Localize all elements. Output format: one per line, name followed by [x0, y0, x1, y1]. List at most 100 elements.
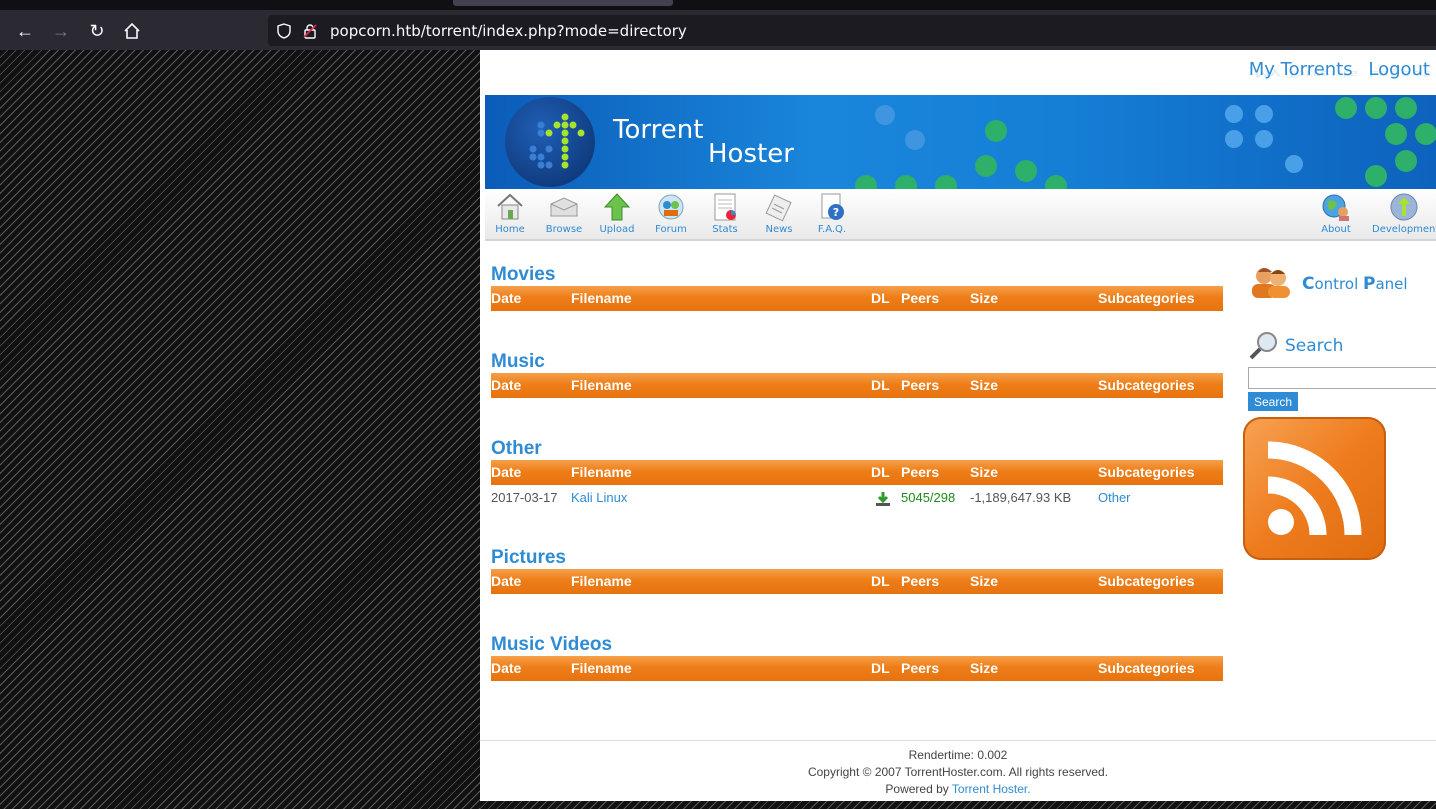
row-date: 2017-03-17: [491, 490, 558, 505]
banner-title-line1: Torrent: [613, 115, 704, 145]
menu-development[interactable]: Development: [1372, 192, 1436, 235]
menu-faq[interactable]: ? F.A.Q.: [804, 192, 860, 235]
browse-box-icon: [550, 197, 578, 217]
col-peers[interactable]: Peers: [901, 569, 939, 594]
home-icon[interactable]: [121, 20, 143, 42]
col-date[interactable]: Date: [491, 286, 521, 311]
category-other: Other Date Filename DL Peers Size Subcat…: [491, 437, 1223, 510]
category-pictures: Pictures Date Filename DL Peers Size Sub…: [491, 546, 1223, 594]
col-filename[interactable]: Filename: [571, 286, 632, 311]
news-icon: [765, 194, 792, 222]
url-bar[interactable]: popcorn.htb/torrent/index.php?mode=direc…: [268, 15, 1436, 46]
col-size[interactable]: Size: [970, 373, 998, 398]
col-dl: DL: [871, 464, 890, 480]
col-peers[interactable]: Peers: [901, 656, 939, 681]
menu-upload[interactable]: Upload: [589, 192, 645, 235]
tab-strip: [0, 0, 1436, 10]
devtools-blank-pane: [0, 50, 480, 809]
forum-icon: [658, 194, 684, 220]
menu-browse[interactable]: Browse: [536, 192, 592, 235]
control-panel-label: Control Panel: [1302, 274, 1408, 294]
faq-icon: ?: [821, 193, 844, 220]
powered-by: Powered by Torrent Hoster.: [885, 782, 1031, 796]
development-icon: [1390, 193, 1418, 221]
category-title: Movies: [491, 264, 556, 285]
menu-home[interactable]: Home: [482, 192, 538, 235]
table-header: Date Filename DL Peers Size Subcategorie…: [491, 460, 1223, 485]
search-heading: Search: [1248, 330, 1343, 367]
row-size: -1,189,647.93 KB: [970, 490, 1072, 505]
col-subcategories: Subcategories: [1098, 290, 1195, 306]
table-header: Date Filename DL Peers Size Subcategorie…: [491, 656, 1223, 681]
col-date[interactable]: Date: [491, 460, 521, 485]
category-title: Pictures: [491, 547, 566, 568]
copyright: Copyright © 2007 TorrentHoster.com. All …: [807, 765, 1109, 779]
about-globe-icon: [1322, 194, 1349, 221]
row-filename-link[interactable]: Kali Linux: [571, 490, 627, 505]
row-peers: 5045/298: [901, 490, 956, 505]
category-music-videos: Music Videos Date Filename DL Peers Size…: [491, 633, 1223, 681]
powered-by-link[interactable]: Torrent Hoster.: [952, 782, 1031, 796]
reload-icon[interactable]: ↻: [86, 20, 108, 42]
users-icon: [1252, 268, 1290, 298]
col-peers[interactable]: Peers: [901, 373, 939, 398]
lock-warning-icon[interactable]: [302, 23, 318, 39]
col-dl: DL: [871, 573, 890, 589]
category-title: Music Videos: [491, 634, 613, 655]
col-filename[interactable]: Filename: [571, 373, 632, 398]
search-button[interactable]: Search: [1248, 392, 1298, 411]
rss-feed-icon[interactable]: [1243, 417, 1386, 560]
table-header: Date Filename DL Peers Size Subcategorie…: [491, 569, 1223, 594]
category-title: Music: [491, 351, 545, 372]
url-text[interactable]: popcorn.htb/torrent/index.php?mode=direc…: [330, 22, 687, 40]
menu-forum[interactable]: Forum: [643, 192, 699, 235]
control-panel-link[interactable]: Control Panel: [1246, 264, 1436, 304]
stats-icon: [714, 193, 736, 221]
col-date[interactable]: Date: [491, 569, 521, 594]
search-input[interactable]: [1248, 367, 1436, 389]
col-date[interactable]: Date: [491, 373, 521, 398]
category-movies: Movies Date Filename DL Peers Size Subca…: [491, 263, 1223, 311]
shield-icon[interactable]: [276, 23, 292, 39]
row-subcategory-link[interactable]: Other: [1098, 490, 1131, 505]
menu-news[interactable]: News: [751, 192, 807, 235]
col-peers[interactable]: Peers: [901, 460, 939, 485]
col-size[interactable]: Size: [970, 656, 998, 681]
banner-title-line2: Hoster: [708, 139, 794, 169]
bottom-hatch: [480, 801, 1436, 809]
web-page: My Torrents Logout My Torrents Logout Tor…: [480, 50, 1436, 801]
main-menu: Home Browse Upload Forum Stats News ? F.…: [485, 189, 1436, 241]
svg-text:?: ?: [833, 206, 839, 219]
active-tab[interactable]: [453, 0, 673, 6]
forward-arrow-icon: →: [52, 21, 70, 41]
col-dl: DL: [871, 290, 890, 306]
menu-stats[interactable]: Stats: [697, 192, 753, 235]
category-title: Other: [491, 438, 542, 459]
col-subcategories: Subcategories: [1098, 377, 1195, 393]
col-dl: DL: [871, 660, 890, 676]
col-dl: DL: [871, 377, 890, 393]
back-arrow-icon[interactable]: ←: [14, 20, 36, 42]
col-size[interactable]: Size: [970, 286, 998, 311]
rendertime: Rendertime: 0.002: [908, 748, 1008, 762]
torrent-hoster-logo-icon: [505, 97, 595, 187]
col-peers[interactable]: Peers: [901, 286, 939, 311]
menu-about[interactable]: About: [1308, 192, 1364, 235]
col-subcategories: Subcategories: [1098, 573, 1195, 589]
col-subcategories: Subcategories: [1098, 660, 1195, 676]
footer: Rendertime: 0.002 Copyright © 2007 Torre…: [480, 740, 1436, 798]
col-filename[interactable]: Filename: [571, 656, 632, 681]
download-icon[interactable]: [875, 490, 891, 515]
house-icon: [497, 193, 523, 220]
col-filename[interactable]: Filename: [571, 569, 632, 594]
col-subcategories: Subcategories: [1098, 464, 1195, 480]
col-filename[interactable]: Filename: [571, 460, 632, 485]
col-size[interactable]: Size: [970, 460, 998, 485]
col-size[interactable]: Size: [970, 569, 998, 594]
col-date[interactable]: Date: [491, 656, 521, 681]
upload-arrow-icon: [603, 193, 631, 221]
table-header: Date Filename DL Peers Size Subcategorie…: [491, 373, 1223, 398]
table-row: 2017-03-17 Kali Linux 5045/298 -1,189,64…: [491, 485, 1223, 510]
category-music: Music Date Filename DL Peers Size Subcat…: [491, 350, 1223, 398]
table-header: Date Filename DL Peers Size Subcategorie…: [491, 286, 1223, 311]
